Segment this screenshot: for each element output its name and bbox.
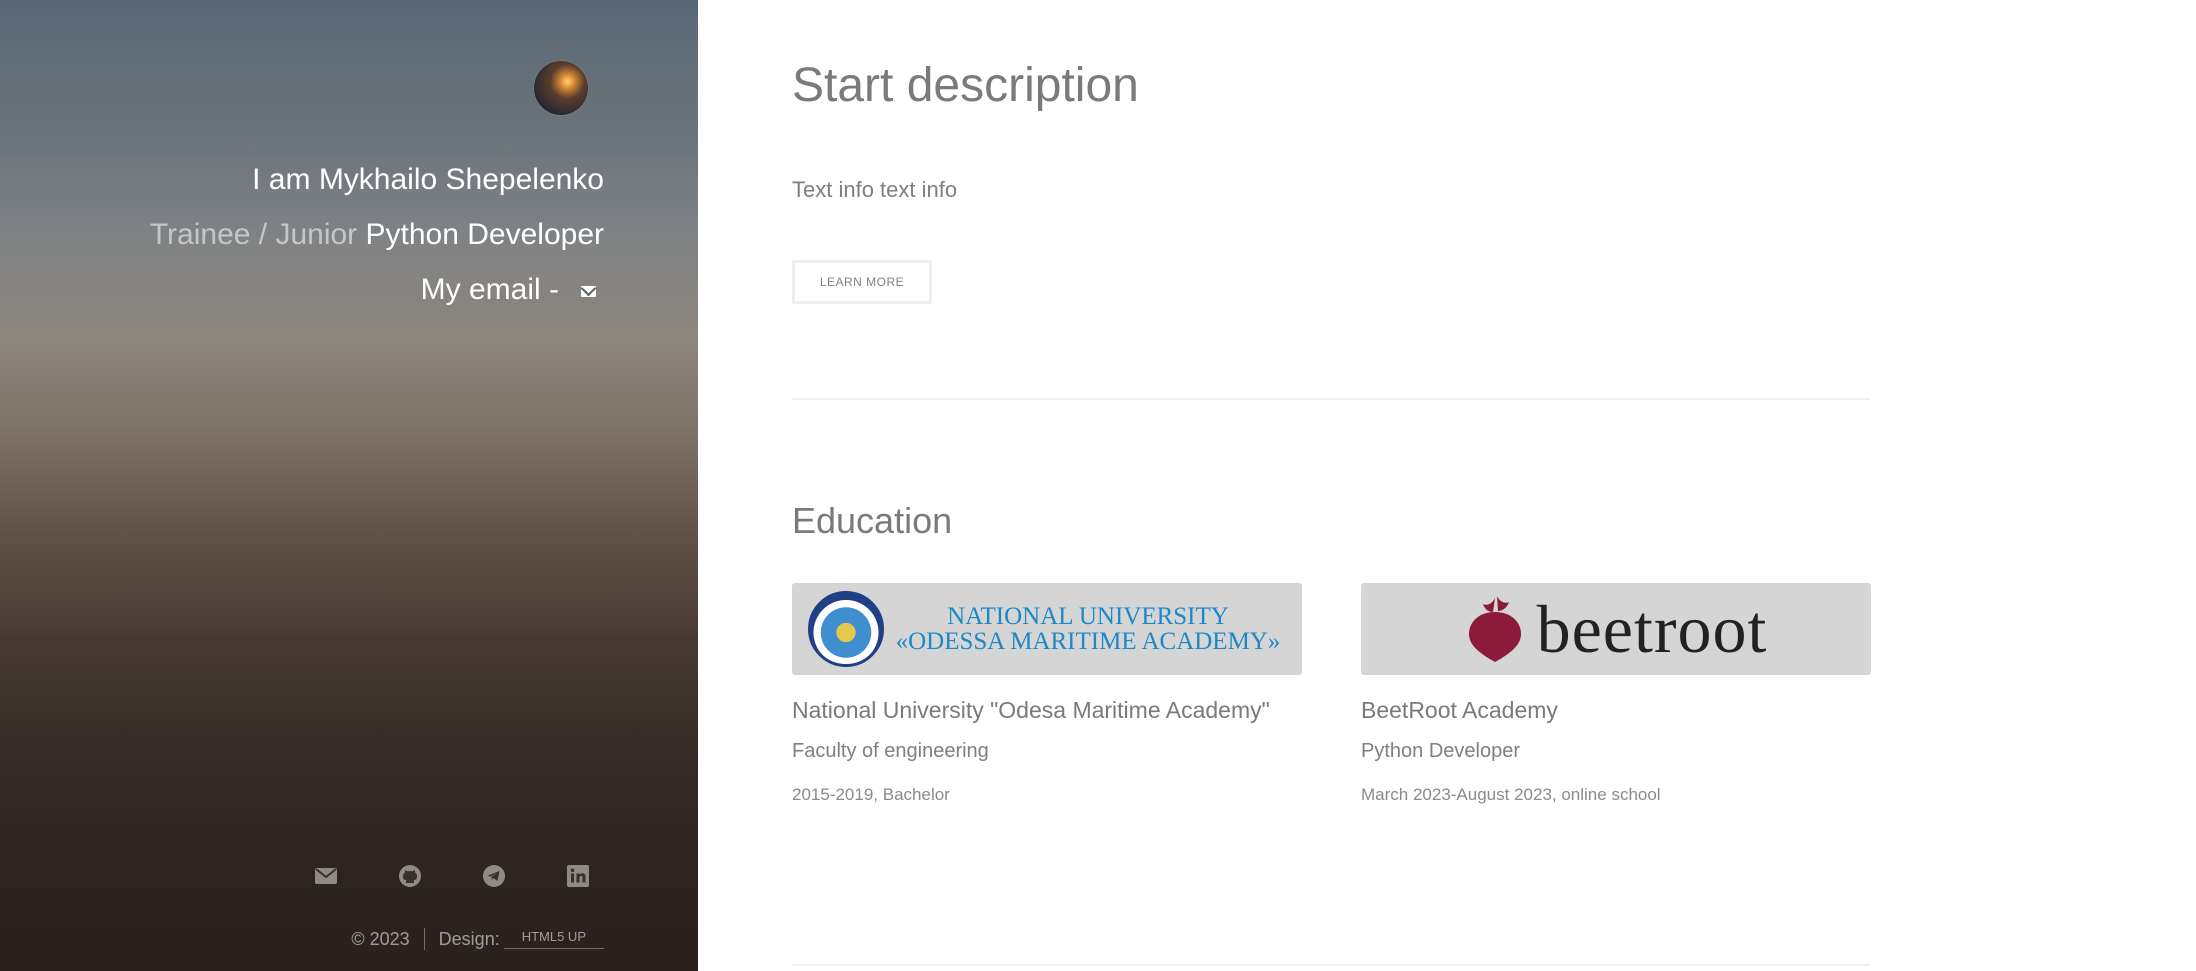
- section-divider: [792, 398, 1870, 400]
- beetroot-wordmark: beetroot: [1536, 591, 1768, 667]
- education-date: 2015-2019, Bachelor: [792, 785, 950, 804]
- learn-more-button[interactable]: LEARN MORE: [792, 260, 932, 304]
- start-text: Text info text info: [792, 177, 958, 202]
- main-content: Start description Text info text info LE…: [698, 0, 2196, 971]
- role-main: Python Developer: [365, 218, 604, 251]
- odesa-academy-logo[interactable]: NATIONAL UNIVERSITY «ODESSA MARITIME ACA…: [792, 583, 1302, 675]
- university-seal-icon: [808, 591, 884, 667]
- design-label: Design:: [438, 928, 500, 949]
- role-prefix: Trainee / Junior: [149, 218, 358, 251]
- linkedin-icon[interactable]: [564, 862, 592, 890]
- social-links: [312, 862, 592, 890]
- logo-text: NATIONAL UNIVERSITY «ODESSA MARITIME ACA…: [884, 604, 1302, 654]
- education-subtitle: Python Developer: [1361, 740, 1520, 762]
- education-date: March 2023-August 2023, online school: [1361, 785, 1661, 804]
- footer: © 2023 Design: HTML5 UP: [351, 928, 604, 950]
- email-link-icon[interactable]: [581, 285, 596, 297]
- telegram-icon[interactable]: [480, 862, 508, 890]
- section-divider: [792, 964, 1870, 966]
- beet-icon: [1468, 596, 1521, 662]
- intro-email: My email -: [421, 272, 604, 308]
- education-title-text: BeetRoot Academy: [1361, 697, 1558, 723]
- github-icon[interactable]: [396, 862, 424, 890]
- avatar[interactable]: [534, 61, 588, 115]
- intro-role: Trainee / Junior Python Developer: [150, 217, 604, 253]
- education-card-odesa: NATIONAL UNIVERSITY «ODESSA MARITIME ACA…: [792, 583, 1302, 805]
- education-subtitle: Faculty of engineering: [792, 740, 989, 762]
- start-title: Start description: [792, 59, 1139, 112]
- intro-name: I am Mykhailo Shepelenko: [252, 163, 604, 196]
- beetroot-logo[interactable]: beetroot: [1361, 583, 1871, 675]
- envelope-icon[interactable]: [312, 862, 340, 890]
- logo-line-1: NATIONAL UNIVERSITY: [947, 603, 1229, 630]
- copyright: © 2023: [351, 928, 410, 949]
- education-title-text: National University "Odesa Maritime Acad…: [792, 697, 1270, 723]
- logo-line-2: «ODESSA MARITIME ACADEMY»: [895, 628, 1281, 655]
- footer-divider: [423, 928, 425, 950]
- design-credit-link[interactable]: HTML5 UP: [503, 929, 604, 949]
- email-label: My email -: [420, 273, 559, 306]
- sidebar: I am Mykhailo Shepelenko Trainee / Junio…: [0, 0, 698, 971]
- education-title: Education: [792, 500, 953, 541]
- education-card-beetroot: beetroot BeetRoot Academy Python Develop…: [1361, 583, 1871, 805]
